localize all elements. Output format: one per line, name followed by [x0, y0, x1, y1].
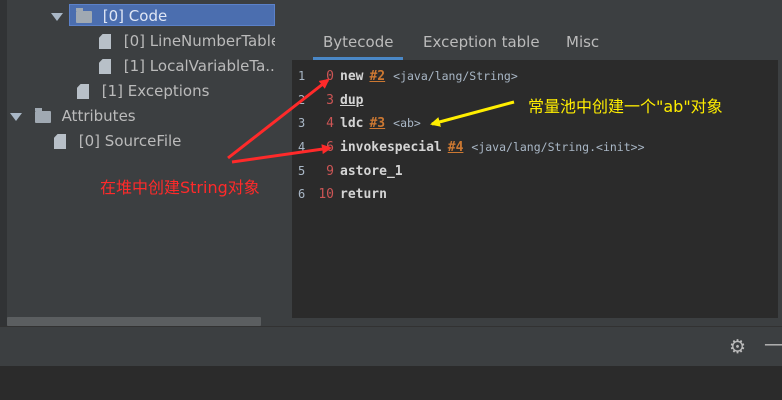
pool-annotation: 常量池中创建一个"ab"对象 [528, 97, 723, 116]
arrow-to-new [227, 78, 330, 160]
arrow-to-ldc [430, 100, 515, 127]
heap-annotation: 在堆中创建String对象 [100, 178, 260, 197]
annotation-arrows [227, 78, 515, 164]
arrow-to-invokespecial [231, 144, 332, 164]
